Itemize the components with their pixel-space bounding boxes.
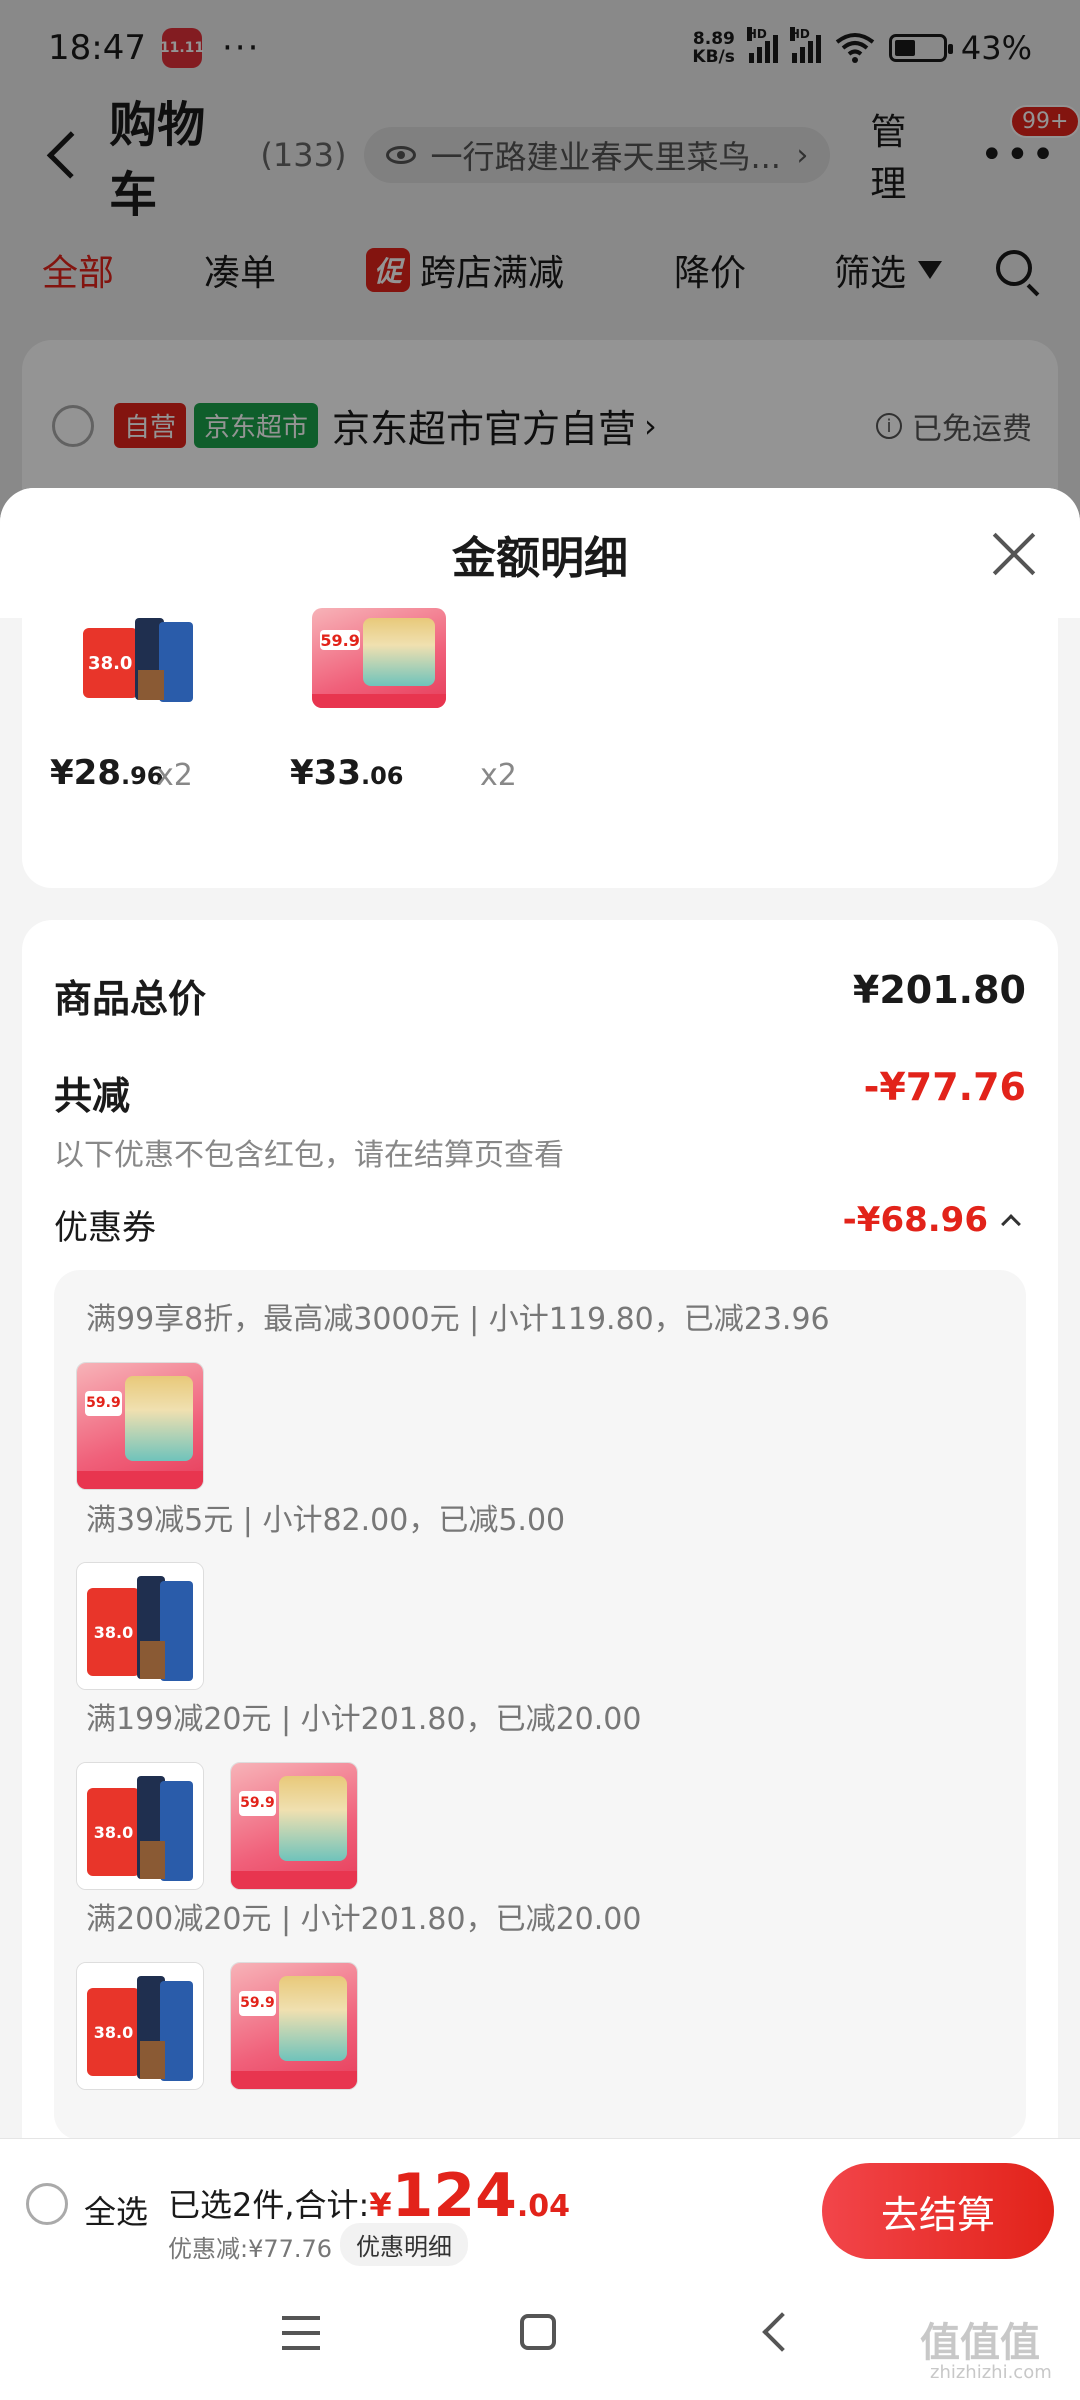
coupon-rule: 满199减20元 | 小计201.80，已减20.00 bbox=[86, 1702, 642, 1737]
price-breakdown-card: 商品总价 ¥201.80 共减 -¥77.76 以下优惠不包含红包，请在结算页查… bbox=[22, 920, 1058, 2138]
total-price-label: 商品总价 bbox=[54, 977, 207, 1021]
coffee-price-tag-text: 38.0 bbox=[93, 1622, 134, 1642]
coupon-rule: 满99享8折，最高减3000元 | 小计119.80，已减23.96 bbox=[86, 1302, 830, 1337]
product-price-int: ¥28 bbox=[50, 753, 121, 793]
coffee-price-tag: 38.0 bbox=[82, 628, 138, 698]
select-all-label[interactable]: 全选 bbox=[84, 2187, 148, 2233]
total-reduction-value: -¥77.76 bbox=[863, 1065, 1026, 1109]
product-image-milk-powder[interactable]: 59.9 bbox=[312, 608, 446, 708]
total-amount-decimal: .04 bbox=[516, 2189, 570, 2224]
select-all-radio[interactable] bbox=[26, 2183, 68, 2225]
checkout-bar: 全选 已选2件,合计: ¥ 124 .04 优惠减:¥77.76 优惠明细 去结… bbox=[0, 2138, 1080, 2270]
home-icon[interactable] bbox=[520, 2314, 556, 2350]
discount-summary: 优惠减:¥77.76 bbox=[168, 2235, 333, 2263]
total-amount-integer: 124 bbox=[391, 2161, 517, 2231]
coupon-product-thumb-coffee: 38.0 bbox=[76, 1762, 204, 1890]
coupon-label: 优惠券 bbox=[54, 1208, 156, 1248]
product-price: ¥33.06 bbox=[290, 753, 404, 793]
coffee-price-tag-text: 38.0 bbox=[93, 1822, 134, 1842]
product-price-int: ¥33 bbox=[290, 753, 361, 793]
total-price-value: ¥201.80 bbox=[852, 968, 1026, 1012]
back-icon[interactable] bbox=[762, 2312, 802, 2352]
coffee-product-art: 38.0 bbox=[72, 608, 204, 708]
milk-product-art: 59.9 bbox=[312, 608, 446, 708]
coupon-rule: 满39减5元 | 小计82.00，已减5.00 bbox=[86, 1503, 566, 1538]
coupon-toggle[interactable]: -¥68.96 bbox=[842, 1200, 1021, 1240]
coupon-product-thumb-milk: 59.9 bbox=[76, 1362, 204, 1490]
milk-price-chip: 59.9 bbox=[238, 1790, 277, 1816]
product-quantity: x2 bbox=[156, 758, 193, 793]
recent-apps-icon[interactable] bbox=[282, 2316, 320, 2350]
product-price-dec: .06 bbox=[360, 762, 404, 790]
coupon-value: -¥68.96 bbox=[842, 1200, 988, 1240]
milk-price-chip: 59.9 bbox=[320, 630, 361, 650]
product-image-coffee[interactable]: 38.0 bbox=[72, 608, 204, 708]
amount-detail-sheet: 金额明细 38.0 ¥28.96 x2 59.9 ¥33.06 x2 商品总价 … bbox=[0, 488, 1080, 2138]
milk-price-chip: 59.9 bbox=[84, 1390, 123, 1416]
total-reduction-label: 共减 bbox=[54, 1074, 131, 1118]
product-price: ¥28.96 bbox=[50, 753, 164, 793]
coupon-rule: 满200减20元 | 小计201.80，已减20.00 bbox=[86, 1902, 642, 1937]
checkout-button[interactable]: 去结算 bbox=[822, 2163, 1054, 2259]
total-currency: ¥ bbox=[369, 2186, 392, 2224]
order-summary: 已选2件,合计: ¥ 124 .04 bbox=[168, 2161, 570, 2231]
red-packet-note: 以下优惠不包含红包，请在结算页查看 bbox=[54, 1138, 564, 1173]
sheet-title: 金额明细 bbox=[452, 533, 628, 584]
watermark: 值值值 bbox=[920, 2320, 1040, 2366]
coupon-product-thumb-milk: 59.9 bbox=[230, 1962, 358, 2090]
coupon-product-thumb-milk: 59.9 bbox=[230, 1762, 358, 1890]
coupon-product-thumb-coffee: 38.0 bbox=[76, 1562, 204, 1690]
coffee-price-tag-text: 38.0 bbox=[88, 652, 133, 674]
chevron-up-icon bbox=[1001, 1214, 1021, 1234]
selected-count-text: 已选2件,合计: bbox=[168, 2186, 370, 2224]
system-nav-bar bbox=[0, 2270, 1080, 2400]
sheet-header: 金额明细 bbox=[0, 488, 1080, 618]
coupon-product-thumb-coffee: 38.0 bbox=[76, 1962, 204, 2090]
coupon-detail-list: 满99享8折，最高减3000元 | 小计119.80，已减23.96 59.9 … bbox=[54, 1270, 1026, 2138]
product-quantity: x2 bbox=[480, 758, 517, 793]
close-icon[interactable] bbox=[990, 530, 1038, 578]
milk-price-chip: 59.9 bbox=[238, 1990, 277, 2016]
coffee-price-tag-text: 38.0 bbox=[93, 2022, 134, 2042]
watermark-url: zhizhizhi.com bbox=[930, 2362, 1052, 2383]
selected-products-card: 38.0 ¥28.96 x2 59.9 ¥33.06 x2 bbox=[22, 608, 1058, 888]
discount-detail-button[interactable]: 优惠明细 bbox=[340, 2223, 468, 2266]
